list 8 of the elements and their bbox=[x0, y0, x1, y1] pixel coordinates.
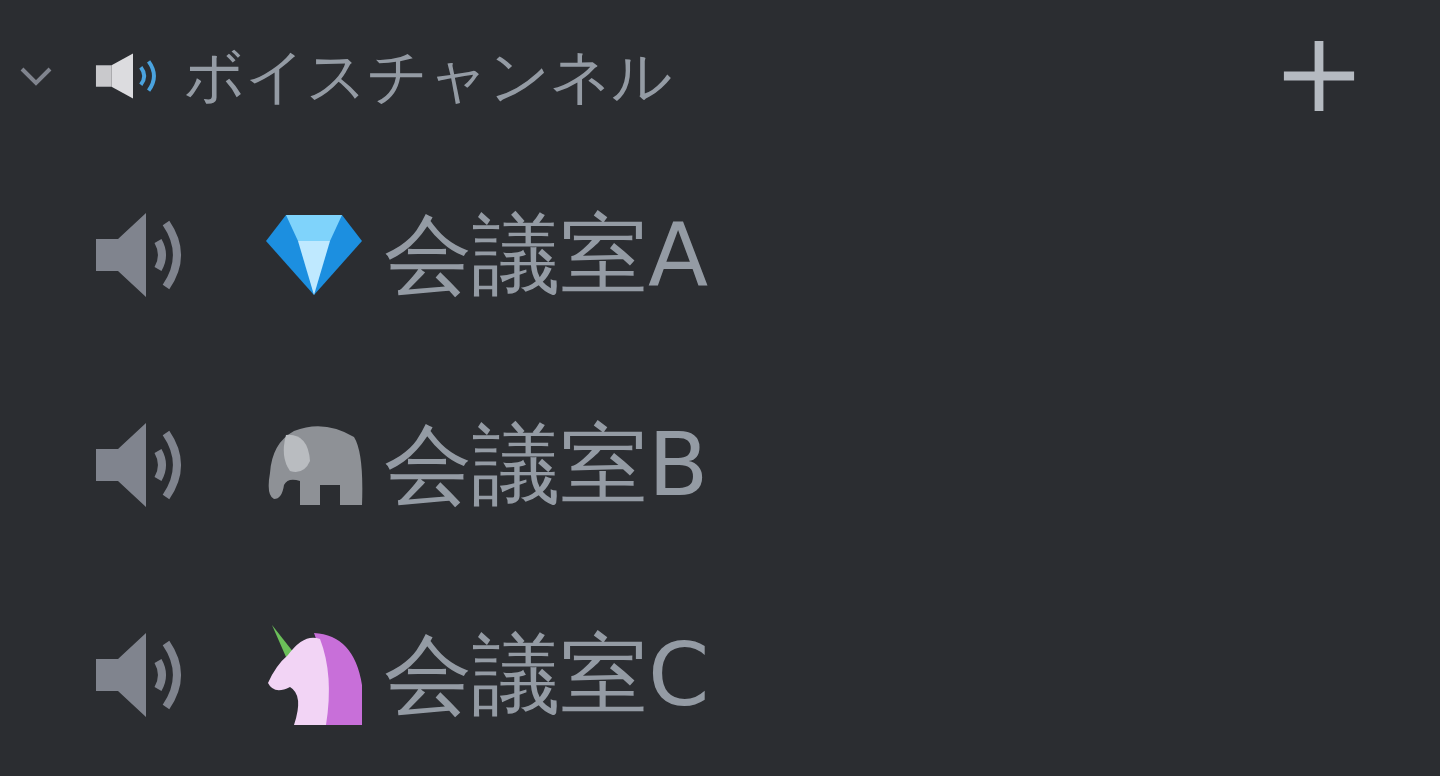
voice-channel[interactable]: 会議室B bbox=[0, 360, 1440, 570]
channel-name[interactable]: 会議室C bbox=[384, 631, 710, 719]
channel-name[interactable]: 会議室B bbox=[384, 421, 709, 509]
voice-channel[interactable]: 会議室C bbox=[0, 570, 1440, 776]
channel-name[interactable]: 会議室A bbox=[384, 211, 709, 299]
voice-channel[interactable]: 会議室A bbox=[0, 150, 1440, 360]
category-name[interactable]: ボイスチャンネル bbox=[184, 46, 672, 106]
diamond-icon bbox=[264, 213, 364, 297]
